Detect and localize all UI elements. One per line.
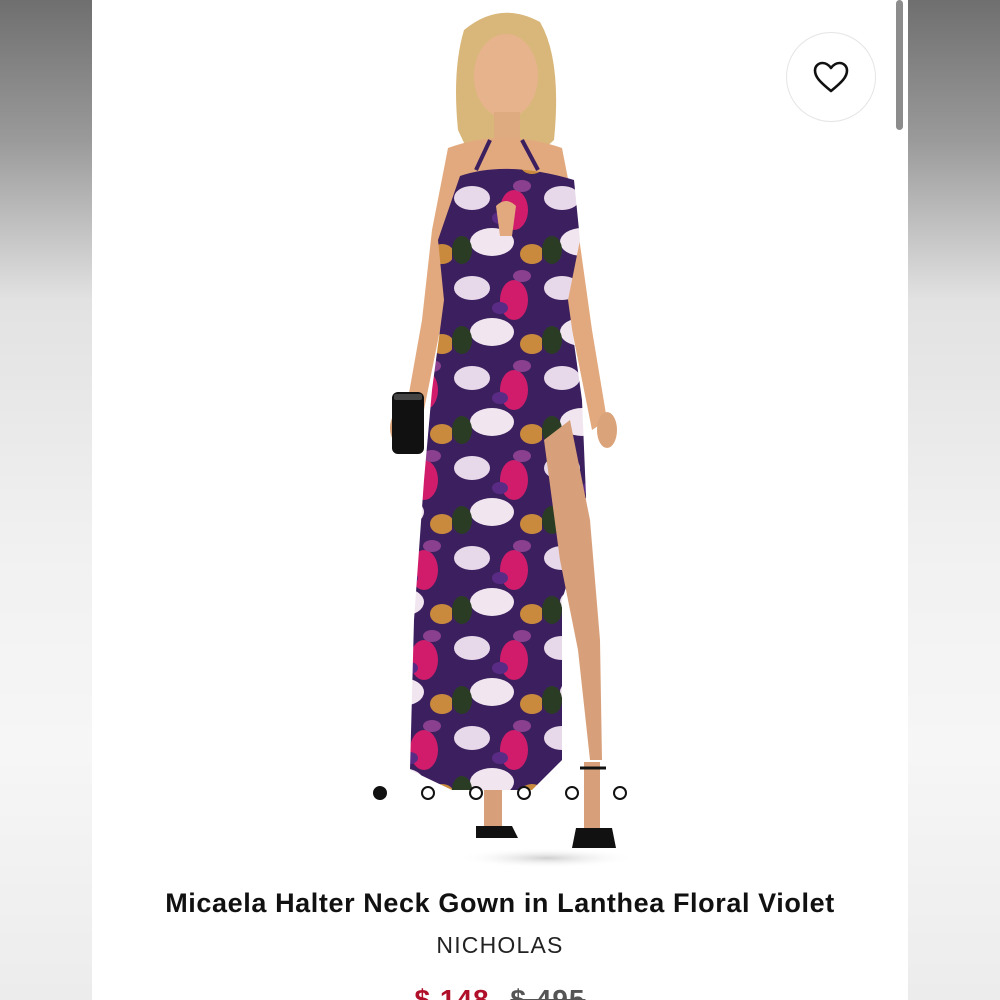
product-page: Micaela Halter Neck Gown in Lanthea Flor…: [92, 0, 908, 1000]
right-backdrop: [908, 0, 1000, 1000]
sale-price: $ 148: [414, 984, 490, 1000]
gallery-dot-2[interactable]: [421, 786, 435, 800]
product-image[interactable]: [92, 0, 908, 870]
gallery-pagination: [92, 786, 908, 806]
original-price: $ 495: [510, 984, 586, 1000]
gallery-dot-4[interactable]: [517, 786, 531, 800]
product-brand[interactable]: NICHOLAS: [92, 932, 908, 959]
scrollbar-thumb[interactable]: [896, 0, 903, 130]
gallery-dot-3[interactable]: [469, 786, 483, 800]
price-row: $ 148 $ 495: [92, 984, 908, 1000]
gallery-dot-5[interactable]: [565, 786, 579, 800]
heart-outline-icon: [813, 61, 849, 93]
gallery-dot-6[interactable]: [613, 786, 627, 800]
gallery-dot-1[interactable]: [373, 786, 387, 800]
product-title: Micaela Halter Neck Gown in Lanthea Flor…: [165, 888, 835, 918]
wishlist-button[interactable]: [786, 32, 876, 122]
left-backdrop: [0, 0, 92, 1000]
